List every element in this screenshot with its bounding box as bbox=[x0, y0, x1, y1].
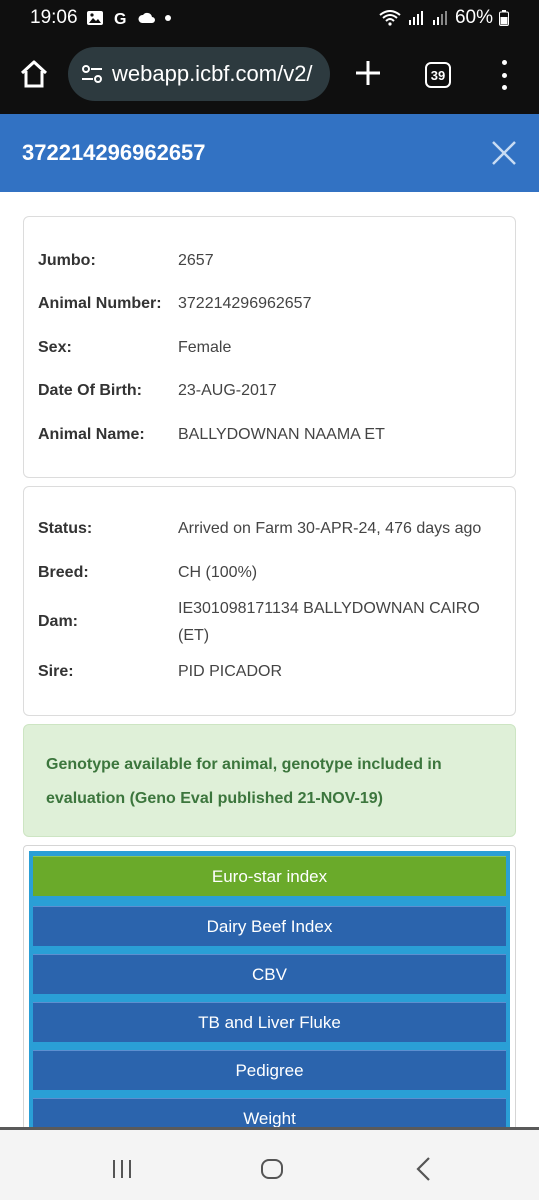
home-icon[interactable] bbox=[18, 58, 50, 90]
menu-item-tb-liver-fluke[interactable]: TB and Liver Fluke bbox=[33, 1002, 506, 1042]
tab-switcher-button[interactable]: 39 bbox=[425, 62, 451, 88]
field-label: Animal Number: bbox=[38, 294, 162, 312]
page-title: 372214296962657 bbox=[22, 140, 206, 165]
identity-row-animal-number: Animal Number: 372214296962657 bbox=[38, 290, 505, 317]
details-row-dam: Dam: IE301098171134 BALLYDOWNAN CAIRO (E… bbox=[38, 595, 505, 649]
field-value: IE301098171134 BALLYDOWNAN CAIRO (ET) bbox=[178, 600, 480, 644]
new-tab-plus-icon[interactable] bbox=[353, 58, 383, 88]
cloud-notification-icon bbox=[138, 12, 155, 23]
close-icon[interactable] bbox=[491, 140, 517, 166]
identity-row-sex: Sex: Female bbox=[38, 334, 505, 361]
more-notifications-dot-icon bbox=[164, 15, 171, 21]
status-bar: 19:06 G 60% bbox=[0, 0, 539, 36]
menu-item-pedigree[interactable]: Pedigree bbox=[33, 1050, 506, 1090]
wifi-icon bbox=[379, 10, 401, 26]
field-label: Sex: bbox=[38, 338, 72, 356]
modal-header: 372214296962657 bbox=[0, 114, 539, 192]
identity-row-jumbo: Jumbo: 2657 bbox=[38, 247, 505, 274]
field-value: Female bbox=[178, 339, 232, 356]
status-bar-right: 60% bbox=[379, 7, 509, 29]
url-text: webapp.icbf.com/v2/ bbox=[112, 61, 313, 86]
google-notification-icon: G bbox=[114, 11, 126, 26]
site-settings-icon[interactable] bbox=[80, 62, 104, 86]
identity-card: Jumbo: 2657 Animal Number: 3722142969626… bbox=[23, 216, 516, 478]
recent-apps-icon[interactable] bbox=[111, 1159, 133, 1179]
genotype-alert: Genotype available for animal, genotype … bbox=[23, 724, 516, 837]
field-value: 2657 bbox=[178, 252, 214, 269]
signal-strength-secondary-icon bbox=[432, 11, 447, 25]
field-label: Sire: bbox=[38, 662, 74, 680]
field-label: Dam: bbox=[38, 613, 79, 630]
field-value: CH (100%) bbox=[178, 564, 258, 581]
menu-item-weight[interactable]: Weight bbox=[33, 1098, 506, 1127]
menu-item-cbv[interactable]: CBV bbox=[33, 954, 506, 994]
back-icon[interactable] bbox=[414, 1156, 432, 1182]
tab-count: 39 bbox=[430, 67, 446, 83]
address-bar[interactable]: webapp.icbf.com/v2/ bbox=[68, 47, 330, 101]
browser-toolbar: webapp.icbf.com/v2/ 39 bbox=[0, 36, 539, 114]
evaluation-menu-list: Euro-star index Dairy Beef Index CBV TB … bbox=[29, 851, 510, 1127]
browser-menu-icon[interactable] bbox=[496, 60, 512, 90]
field-label: Jumbo: bbox=[38, 251, 96, 269]
system-navigation-bar bbox=[0, 1127, 539, 1200]
identity-row-animal-name: Animal Name: BALLYDOWNAN NAAMA ET bbox=[38, 421, 505, 448]
field-value: PID PICADOR bbox=[178, 663, 283, 680]
menu-item-euro-star-index[interactable]: Euro-star index bbox=[33, 856, 506, 896]
details-row-status: Status: Arrived on Farm 30-APR-24, 476 d… bbox=[38, 515, 505, 542]
field-value: Arrived on Farm 30-APR-24, 476 days ago bbox=[178, 520, 482, 537]
battery-percent: 60% bbox=[454, 7, 493, 28]
field-label: Status: bbox=[38, 519, 93, 537]
menu-item-dairy-beef-index[interactable]: Dairy Beef Index bbox=[33, 906, 506, 946]
modal-content[interactable]: Jumbo: 2657 Animal Number: 3722142969626… bbox=[0, 192, 539, 1127]
field-value: 23-AUG-2017 bbox=[178, 382, 277, 399]
gallery-notification-icon bbox=[86, 11, 103, 25]
identity-row-date-of-birth: Date Of Birth: 23-AUG-2017 bbox=[38, 377, 505, 404]
svg-text:G: G bbox=[114, 11, 126, 26]
field-label: Date Of Birth: bbox=[38, 381, 142, 399]
home-nav-icon[interactable] bbox=[260, 1158, 284, 1180]
details-row-breed: Breed: CH (100%) bbox=[38, 559, 505, 586]
field-label: Breed: bbox=[38, 563, 89, 581]
evaluation-menu: Euro-star index Dairy Beef Index CBV TB … bbox=[23, 845, 516, 1127]
field-label: Animal Name: bbox=[38, 425, 145, 443]
field-value: BALLYDOWNAN NAAMA ET bbox=[178, 426, 385, 443]
signal-strength-icon bbox=[408, 11, 423, 25]
status-time: 19:06 bbox=[30, 7, 78, 28]
status-bar-left: 19:06 G bbox=[30, 7, 172, 29]
details-card: Status: Arrived on Farm 30-APR-24, 476 d… bbox=[23, 486, 516, 716]
details-row-sire: Sire: PID PICADOR bbox=[38, 658, 505, 685]
field-value: 372214296962657 bbox=[178, 295, 312, 312]
battery-icon bbox=[499, 10, 509, 26]
